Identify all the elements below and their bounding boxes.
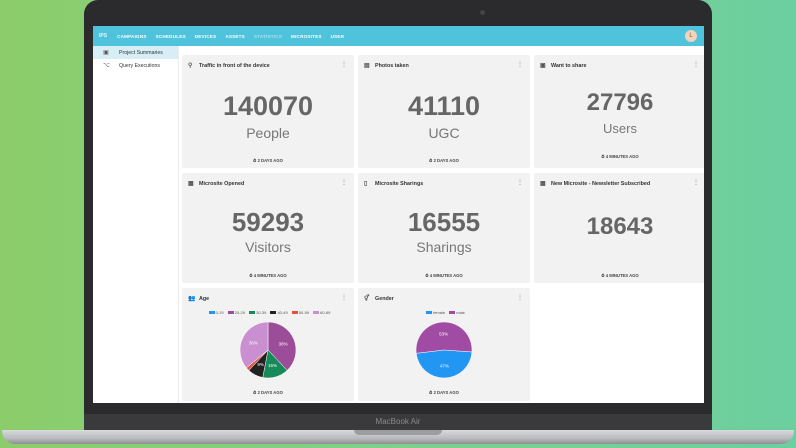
more-options-icon[interactable]: ⋮ xyxy=(517,179,523,186)
more-options-icon[interactable]: ⋮ xyxy=(341,294,347,301)
card-value: 59293 xyxy=(231,207,305,237)
card-updated: 4 MINUTES AGO xyxy=(429,273,463,278)
top-nav-bar: IPS CAMPAIGNS SCHEDULES DEVICES ASSETS S… xyxy=(93,26,704,46)
calendar-icon: ▦ xyxy=(540,181,546,187)
phone-icon: ▯ xyxy=(364,181,368,187)
more-options-icon[interactable]: ⋮ xyxy=(341,61,347,68)
legend-swatch xyxy=(449,311,456,315)
sidebar-item-label: Project Summaries xyxy=(119,49,163,56)
pie-label-20-29: 38% xyxy=(279,342,288,347)
gender-legend: female male xyxy=(358,310,530,315)
pie-label-40-49: 9% xyxy=(257,362,264,367)
card-title: Age xyxy=(199,295,210,302)
pie-label-male: 53% xyxy=(439,331,448,336)
card-unit: Visitors xyxy=(245,239,291,255)
pie-slice-male[interactable] xyxy=(415,321,473,354)
traffic-icon: ⚲ xyxy=(188,63,193,69)
more-options-icon[interactable]: ⋮ xyxy=(693,61,699,68)
legend-swatch xyxy=(249,311,256,315)
nav-devices[interactable]: DEVICES xyxy=(195,34,217,39)
card-value: 140070 xyxy=(222,91,314,121)
people-icon: 👥 xyxy=(188,296,196,302)
sidebar-item-query-executions[interactable]: ⌥ Query Executions xyxy=(93,59,178,72)
age-pie-chart: 38% 15% 9% 36% xyxy=(239,321,297,379)
gender-icon: ⚥ xyxy=(364,296,370,302)
card-unit: People xyxy=(246,125,290,141)
card-updated: 2 DAYS AGO xyxy=(257,158,283,163)
laptop-notch xyxy=(354,430,442,435)
legend-label: 0-19 xyxy=(215,310,224,315)
card-unit: Sharings xyxy=(416,239,472,255)
legend-label: 50-59 xyxy=(298,310,310,315)
camera xyxy=(480,10,485,15)
nav-assets[interactable]: ASSETS xyxy=(225,34,245,39)
card-traffic: ⚲ Traffic in front of the device ⋮ 140070… xyxy=(182,55,354,168)
nav-statistics[interactable]: STATISTICS xyxy=(254,34,282,39)
card-want-to-share: ▣ Want to share ⋮ 27796 Users ⏱ 4 MINUTES… xyxy=(534,55,704,168)
more-options-icon[interactable]: ⋮ xyxy=(517,61,523,68)
age-legend: 0-19 20-29 30-39 40-49 50-59 60-69 xyxy=(182,310,354,315)
card-title: Microsite Opened xyxy=(199,180,245,187)
card-value: 27796 xyxy=(586,89,654,116)
card-title: New Microsite - Newsletter Subscribed xyxy=(551,180,651,187)
card-title: Photos taken xyxy=(375,62,409,69)
card-updated: 2 DAYS AGO xyxy=(433,390,459,395)
legend-swatch xyxy=(227,311,234,315)
share-icon: ▣ xyxy=(540,63,546,69)
card-title: Gender xyxy=(375,295,394,302)
app-logo[interactable]: IPS xyxy=(99,33,107,39)
card-value: 16555 xyxy=(407,207,481,237)
app-screen: IPS CAMPAIGNS SCHEDULES DEVICES ASSETS S… xyxy=(93,26,704,403)
more-options-icon[interactable]: ⋮ xyxy=(517,294,523,301)
sidebar-item-label: Query Executions xyxy=(119,62,160,69)
nav-user[interactable]: USER xyxy=(331,34,345,39)
query-icon: ⌥ xyxy=(103,62,110,69)
card-age: 👥 Age ⋮ 0-19 20-29 30-39 40-49 50-59 60-6… xyxy=(182,288,354,401)
more-options-icon[interactable]: ⋮ xyxy=(341,179,347,186)
card-value: 18643 xyxy=(586,213,654,240)
card-gender: ⚥ Gender ⋮ female male 47% 53% ⏱ 2 DAYS AG… xyxy=(358,288,530,401)
card-unit: Users xyxy=(603,121,637,136)
legend-label: female xyxy=(433,310,446,315)
card-title: Microsite Sharings xyxy=(375,180,424,187)
card-photos-taken: ▤ Photos taken ⋮ 41110 UGC ⏱ 2 DAYS AGO xyxy=(358,55,530,168)
sidebar: ▣ Project Summaries ⌥ Query Executions xyxy=(93,46,179,403)
card-updated: 2 DAYS AGO xyxy=(433,158,459,163)
more-options-icon[interactable]: ⋮ xyxy=(693,179,699,186)
legend-label: 40-49 xyxy=(277,310,288,315)
card-microsite-sharings: ▯ Microsite Sharings ⋮ 16555 Sharings ⏱ 4… xyxy=(358,173,530,283)
card-microsite-opened: ▦ Microsite Opened ⋮ 59293 Visitors ⏱ 4 M… xyxy=(182,173,354,283)
pie-label-60-69: 36% xyxy=(249,341,258,346)
gender-pie-chart: 47% 53% xyxy=(415,321,473,379)
pie-label-female: 47% xyxy=(440,364,449,369)
legend-swatch xyxy=(208,311,215,315)
pie-label-30-39: 15% xyxy=(268,363,277,368)
nav-campaigns[interactable]: CAMPAIGNS xyxy=(117,34,147,39)
device-label: MacBook Air xyxy=(375,417,421,426)
dashboard-icon: ▣ xyxy=(103,49,109,56)
card-title: Want to share xyxy=(551,62,587,69)
nav-schedules[interactable]: SCHEDULES xyxy=(156,34,186,39)
card-newsletter-subscribed: ▦ New Microsite - Newsletter Subscribed ⋮… xyxy=(534,173,704,283)
sidebar-item-project-summaries[interactable]: ▣ Project Summaries xyxy=(93,46,178,59)
photo-icon: ▤ xyxy=(364,63,370,69)
legend-swatch xyxy=(313,311,320,315)
legend-swatch xyxy=(426,311,433,315)
card-updated: 2 DAYS AGO xyxy=(257,390,283,395)
legend-swatch xyxy=(270,311,277,315)
card-unit: UGC xyxy=(428,125,460,141)
legend-swatch xyxy=(291,311,298,315)
legend-label: 20-29 xyxy=(234,310,245,315)
card-updated: 4 MINUTES AGO xyxy=(605,273,639,278)
card-updated: 4 MINUTES AGO xyxy=(605,154,639,159)
card-updated: 4 MINUTES AGO xyxy=(253,273,287,278)
legend-label: 60-69 xyxy=(320,310,331,315)
card-value: 41110 xyxy=(407,91,481,121)
legend-label: male xyxy=(456,310,465,315)
card-title: Traffic in front of the device xyxy=(199,62,270,69)
user-avatar[interactable]: L xyxy=(685,30,697,42)
legend-label: 30-39 xyxy=(256,310,267,315)
nav-microsites[interactable]: MICROSITES xyxy=(291,34,322,39)
calendar-icon: ▦ xyxy=(188,181,194,187)
